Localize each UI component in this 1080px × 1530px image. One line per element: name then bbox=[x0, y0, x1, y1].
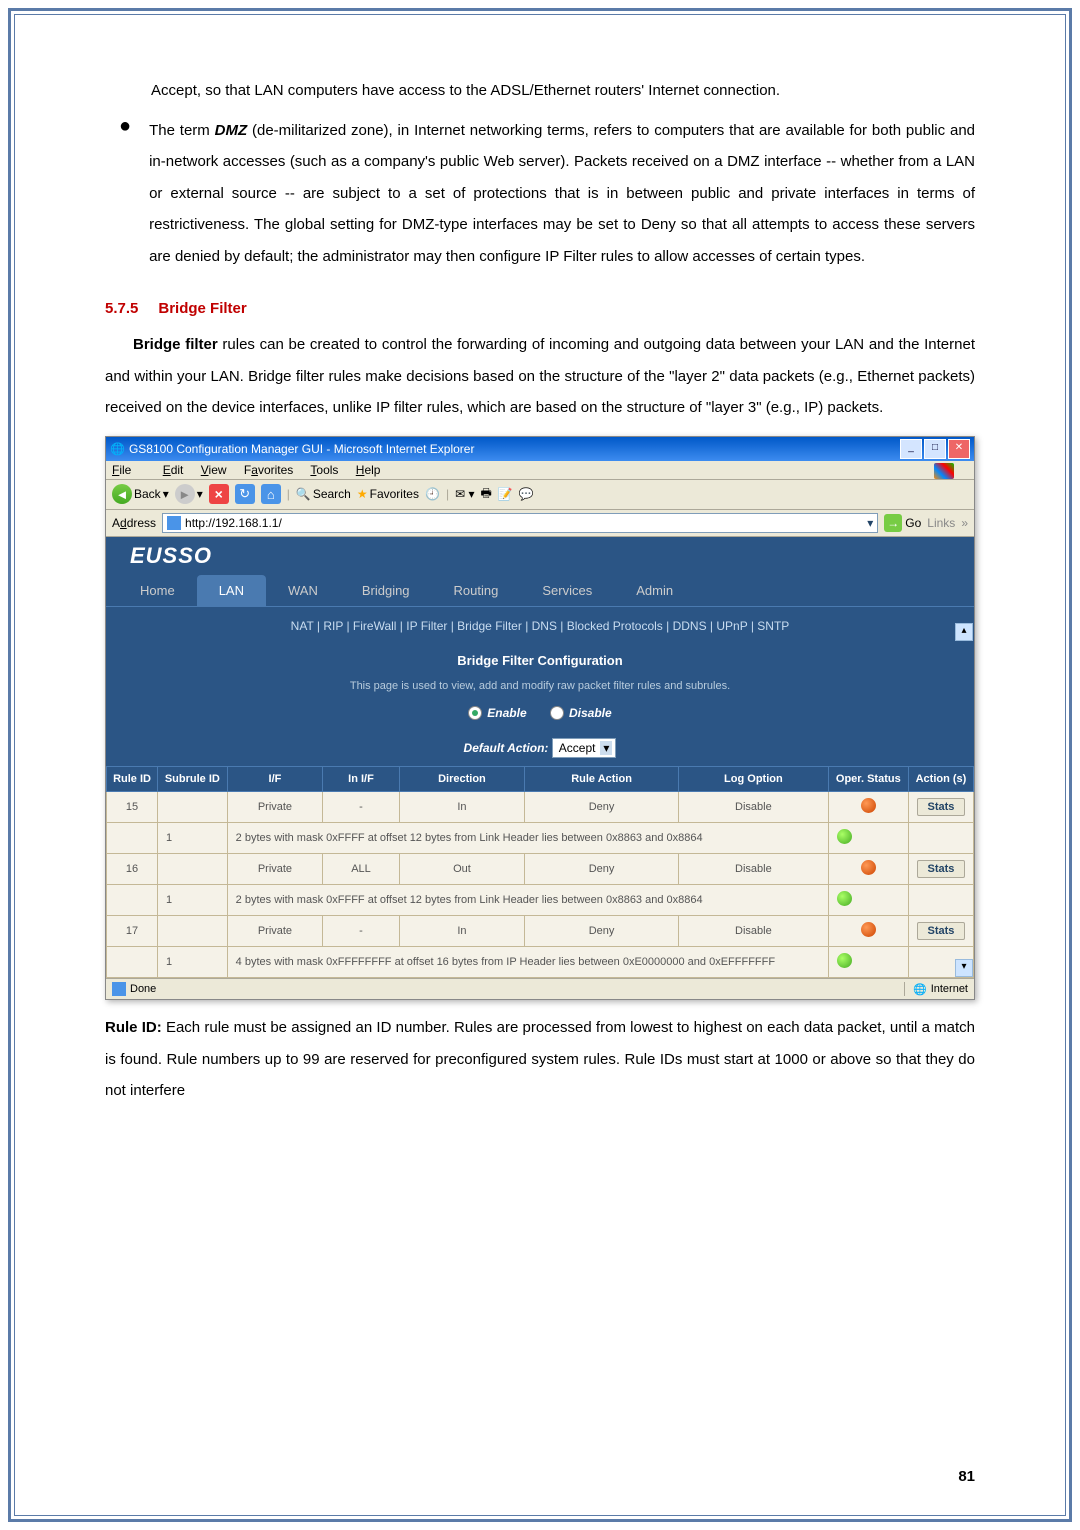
tab-admin[interactable]: Admin bbox=[614, 575, 695, 606]
stop-button[interactable]: × bbox=[209, 484, 229, 504]
ie-statusbar: Done 🌐Internet bbox=[106, 978, 974, 999]
tab-routing[interactable]: Routing bbox=[432, 575, 521, 606]
router-page: EUSSO Home LAN WAN Bridging Routing Serv… bbox=[106, 537, 974, 979]
ie-titlebar: 🌐 GS8100 Configuration Manager GUI - Mic… bbox=[106, 437, 974, 461]
address-input[interactable]: http://192.168.1.1/ ▾ bbox=[162, 513, 878, 533]
th-subrule-id: Subrule ID bbox=[158, 767, 228, 792]
eusso-logo: EUSSO bbox=[106, 537, 974, 575]
nav-tabs: Home LAN WAN Bridging Routing Services A… bbox=[106, 575, 974, 606]
menu-favorites[interactable]: Favorites bbox=[244, 463, 293, 477]
subnav[interactable]: NAT | RIP | FireWall | IP Filter | Bridg… bbox=[106, 606, 974, 645]
config-subtext: This page is used to view, add and modif… bbox=[106, 676, 974, 696]
menu-view[interactable]: View bbox=[201, 463, 227, 477]
bridge-filter-paragraph: Bridge filter rules can be created to co… bbox=[105, 329, 975, 424]
scroll-up-icon[interactable]: ▴ bbox=[955, 623, 973, 641]
tab-home[interactable]: Home bbox=[118, 575, 197, 606]
status-dot-icon bbox=[837, 829, 852, 844]
rule-id-paragraph: Rule ID: Each rule must be assigned an I… bbox=[105, 1012, 975, 1107]
page-icon bbox=[112, 982, 126, 996]
ie-menubar: File Edit View Favorites Tools Help bbox=[106, 461, 974, 480]
table-row: 1 2 bytes with mask 0xFFFF at offset 12 … bbox=[107, 885, 974, 916]
bullet-dot: ● bbox=[119, 115, 131, 273]
th-rule-action: Rule Action bbox=[525, 767, 679, 792]
th-oper-status: Oper. Status bbox=[828, 767, 908, 792]
default-action: Default Action: Accept bbox=[106, 730, 974, 766]
menu-edit[interactable]: Edit bbox=[163, 463, 184, 477]
minimize-button[interactable]: _ bbox=[900, 439, 922, 459]
ie-title: GS8100 Configuration Manager GUI - Micro… bbox=[129, 442, 475, 456]
th-if: I/F bbox=[227, 767, 323, 792]
stats-button[interactable]: Stats bbox=[917, 798, 966, 816]
mail-button[interactable]: ✉ ▾ bbox=[455, 487, 474, 501]
config-options: Enable Disable bbox=[106, 696, 974, 731]
refresh-button[interactable]: ↻ bbox=[235, 484, 255, 504]
th-in-if: In I/F bbox=[323, 767, 400, 792]
ie-toolbar: ◄Back ▾ ► ▾ × ↻ ⌂ | 🔍Search ★Favorites 🕘… bbox=[106, 480, 974, 510]
stats-button[interactable]: Stats bbox=[917, 922, 966, 940]
address-label: Address bbox=[112, 516, 156, 530]
edit-button[interactable]: 📝 bbox=[498, 487, 513, 501]
internet-zone-icon: 🌐 bbox=[913, 983, 927, 996]
page-icon bbox=[167, 516, 181, 530]
disable-radio[interactable]: Disable bbox=[550, 706, 612, 720]
stats-button[interactable]: Stats bbox=[917, 860, 966, 878]
th-rule-id: Rule ID bbox=[107, 767, 158, 792]
favorites-button[interactable]: ★Favorites bbox=[357, 487, 419, 501]
maximize-button[interactable]: □ bbox=[924, 439, 946, 459]
ie-addressbar: Address http://192.168.1.1/ ▾ →Go Links … bbox=[106, 510, 974, 537]
tab-lan[interactable]: LAN bbox=[197, 575, 266, 606]
discuss-button[interactable]: 💬 bbox=[519, 487, 534, 501]
home-button[interactable]: ⌂ bbox=[261, 484, 281, 504]
menu-tools[interactable]: Tools bbox=[310, 463, 338, 477]
ie-window: 🌐 GS8100 Configuration Manager GUI - Mic… bbox=[105, 436, 975, 1001]
default-action-select[interactable]: Accept bbox=[552, 738, 617, 758]
menu-help[interactable]: Help bbox=[356, 463, 381, 477]
table-row: 15 Private- InDeny Disable Stats bbox=[107, 792, 974, 823]
status-dot-icon bbox=[837, 891, 852, 906]
table-row: 1 4 bytes with mask 0xFFFFFFFF at offset… bbox=[107, 947, 974, 978]
tab-bridging[interactable]: Bridging bbox=[340, 575, 432, 606]
config-header: Bridge Filter Configuration bbox=[106, 645, 974, 676]
accept-paragraph: Accept, so that LAN computers have acces… bbox=[151, 75, 975, 107]
print-button[interactable]: 🖶 bbox=[480, 484, 491, 505]
links-label[interactable]: Links bbox=[927, 516, 955, 530]
history-button[interactable]: 🕘 bbox=[425, 487, 440, 501]
dmz-paragraph: The term DMZ (de-militarized zone), in I… bbox=[149, 115, 975, 273]
ie-icon: 🌐 bbox=[110, 442, 125, 456]
tab-services[interactable]: Services bbox=[520, 575, 614, 606]
forward-button[interactable]: ► ▾ bbox=[175, 484, 203, 504]
page-number: 81 bbox=[958, 1468, 975, 1485]
windows-flag-icon bbox=[934, 463, 954, 479]
search-button[interactable]: 🔍Search bbox=[296, 487, 351, 501]
th-log-option: Log Option bbox=[679, 767, 829, 792]
enable-radio[interactable]: Enable bbox=[468, 706, 526, 720]
th-actions: Action (s) bbox=[908, 767, 973, 792]
table-row: 17 Private- InDeny Disable Stats bbox=[107, 916, 974, 947]
th-direction: Direction bbox=[399, 767, 524, 792]
go-button[interactable]: →Go bbox=[884, 514, 921, 532]
status-dot-icon bbox=[861, 798, 876, 813]
scroll-down-icon[interactable]: ▾ bbox=[955, 959, 973, 977]
rules-table: Rule ID Subrule ID I/F In I/F Direction … bbox=[106, 766, 974, 978]
tab-wan[interactable]: WAN bbox=[266, 575, 340, 606]
menu-file[interactable]: File bbox=[112, 463, 145, 477]
status-dot-icon bbox=[861, 922, 876, 937]
section-heading: 5.7.5Bridge Filter bbox=[105, 300, 975, 317]
close-button[interactable]: ✕ bbox=[948, 439, 970, 459]
status-dot-icon bbox=[861, 860, 876, 875]
status-dot-icon bbox=[837, 953, 852, 968]
back-button[interactable]: ◄Back ▾ bbox=[112, 484, 169, 504]
table-row: 16 PrivateALL OutDeny Disable Stats bbox=[107, 854, 974, 885]
table-row: 1 2 bytes with mask 0xFFFF at offset 12 … bbox=[107, 823, 974, 854]
